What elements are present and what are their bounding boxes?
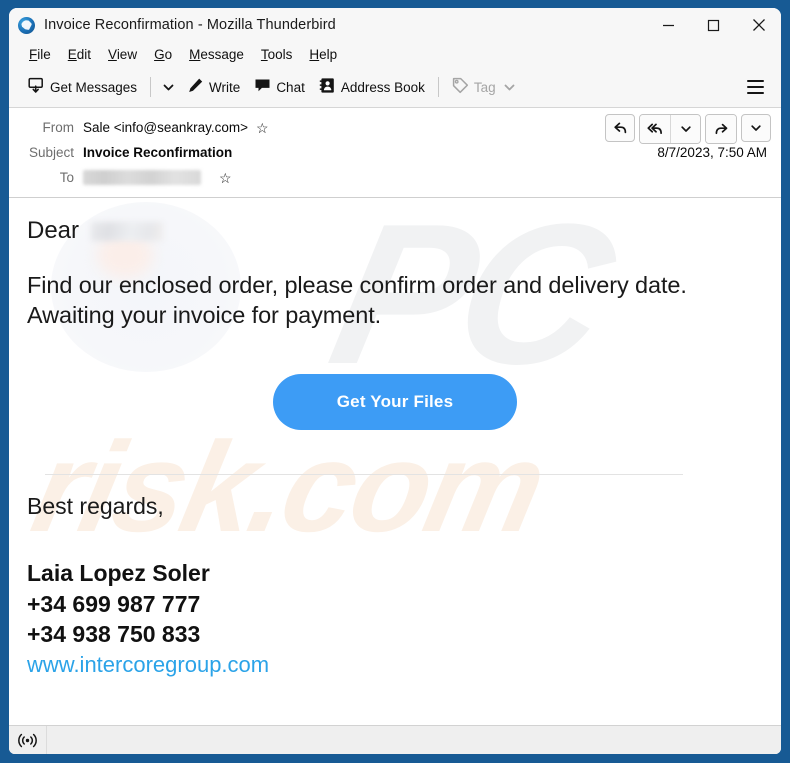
greeting-text: Dear <box>27 217 80 244</box>
from-value[interactable]: Sale <info@seankray.com> ☆ <box>83 120 269 135</box>
write-button[interactable]: Write <box>180 73 247 101</box>
close-icon[interactable] <box>736 8 781 42</box>
message-header: From Sale <info@seankray.com> ☆ Subject … <box>9 108 781 198</box>
star-icon-to[interactable]: ☆ <box>219 171 232 185</box>
reply-more-dropdown[interactable] <box>670 115 700 143</box>
message-actions <box>605 114 771 144</box>
get-messages-dropdown[interactable] <box>157 77 180 98</box>
chat-button[interactable]: Chat <box>247 73 312 101</box>
greeting-line: Dear <box>27 214 763 248</box>
forward-group <box>705 114 737 144</box>
from-label: From <box>42 120 75 135</box>
thunderbird-window: Invoice Reconfirmation - Mozilla Thunder… <box>9 8 781 754</box>
signature-block: Laia Lopez Soler +34 699 987 777 +34 938… <box>27 558 763 679</box>
message-date: 8/7/2023, 7:50 AM <box>657 145 767 160</box>
connection-status[interactable] <box>9 725 47 754</box>
speech-bubble-icon <box>254 77 271 97</box>
reply-icon <box>613 122 626 133</box>
toolbar-divider <box>150 77 152 97</box>
menu-view[interactable]: View <box>100 45 145 65</box>
reply-all-button[interactable] <box>640 115 670 143</box>
menu-message[interactable]: Message <box>181 45 252 65</box>
app-menu-button[interactable] <box>740 75 771 99</box>
forward-button[interactable] <box>706 115 736 143</box>
chevron-down-icon <box>163 84 174 90</box>
to-row: To ☆ <box>9 165 771 190</box>
menu-bar: File Edit View Go Message Tools Help <box>9 42 781 67</box>
hamburger-menu-icon <box>747 80 764 83</box>
toolbar-divider-2 <box>437 77 439 97</box>
reply-all-icon <box>647 123 662 134</box>
menu-file[interactable]: File <box>21 45 59 65</box>
closing-text: Best regards, <box>27 493 164 520</box>
download-mail-icon <box>28 77 45 97</box>
reply-all-group <box>639 114 701 144</box>
get-your-files-button[interactable]: Get Your Files <box>272 374 518 431</box>
contact-card-icon <box>319 77 336 97</box>
hamburger-menu-icon-bar3 <box>747 91 764 94</box>
reply-button[interactable] <box>605 114 635 142</box>
signature-website-link[interactable]: www.intercoregroup.com <box>27 650 763 679</box>
body-paragraph: Find our enclosed order, please confirm … <box>27 272 687 329</box>
menu-tools[interactable]: Tools <box>253 45 301 65</box>
status-text <box>47 725 781 754</box>
window-border: Invoice Reconfirmation - Mozilla Thunder… <box>0 0 790 763</box>
chevron-down-icon <box>751 125 761 131</box>
signature-phone-1: +34 699 987 777 <box>27 590 201 617</box>
signature-divider <box>45 474 683 476</box>
menu-go[interactable]: Go <box>146 45 180 65</box>
tag-label: Tag <box>473 79 496 95</box>
thunderbird-icon <box>18 16 35 34</box>
tag-dropdown-chevron <box>503 81 516 94</box>
window-title: Invoice Reconfirmation - Mozilla Thunder… <box>44 17 336 33</box>
main-toolbar: Get Messages Write Chat Address Book Tag <box>9 67 781 108</box>
from-address: Sale <info@seankray.com> <box>83 120 249 135</box>
redacted-greeting-name <box>91 221 164 241</box>
star-icon[interactable]: ☆ <box>256 121 269 135</box>
hamburger-menu-icon-bar2 <box>747 85 764 89</box>
address-book-label: Address Book <box>340 79 425 95</box>
broadcast-signal-icon <box>18 733 37 747</box>
to-value[interactable]: ☆ <box>83 170 232 185</box>
chat-label: Chat <box>276 79 305 95</box>
maximize-icon[interactable] <box>691 8 736 42</box>
write-label: Write <box>209 79 241 95</box>
signature-phone-2: +34 938 750 833 <box>27 620 201 647</box>
window-controls <box>646 8 781 42</box>
chevron-down-icon <box>680 126 691 132</box>
tag-button[interactable]: Tag <box>445 73 523 101</box>
signature-name: Laia Lopez Soler <box>27 560 210 587</box>
title-bar: Invoice Reconfirmation - Mozilla Thunder… <box>9 8 781 42</box>
menu-edit[interactable]: Edit <box>60 45 99 65</box>
subject-label: Subject <box>28 145 74 160</box>
more-actions-dropdown[interactable] <box>741 114 771 142</box>
subject-value: Invoice Reconfirmation <box>83 145 233 160</box>
to-label: To <box>59 170 74 185</box>
status-bar <box>9 725 781 754</box>
pencil-icon <box>187 77 204 97</box>
forward-icon <box>715 123 727 134</box>
minimize-icon[interactable] <box>646 8 691 42</box>
get-messages-label: Get Messages <box>50 79 138 95</box>
message-body: PC risk.com Dear Find our enclosed order… <box>9 198 781 725</box>
tag-icon <box>452 77 469 97</box>
get-messages-button[interactable]: Get Messages <box>21 73 144 101</box>
menu-help[interactable]: Help <box>301 45 345 65</box>
cta-container: Get Your Files <box>27 374 763 431</box>
redacted-recipient <box>83 170 201 185</box>
address-book-button[interactable]: Address Book <box>312 73 432 101</box>
